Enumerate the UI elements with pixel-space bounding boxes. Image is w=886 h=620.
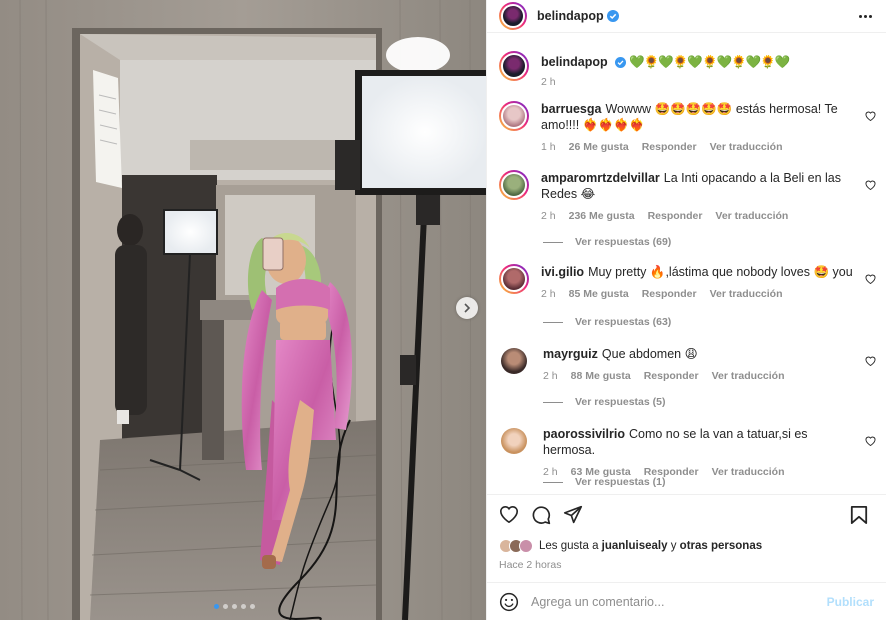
view-replies-button[interactable]: Ver respuestas (63) [543, 316, 671, 328]
comment-likes[interactable]: 88 Me gusta [571, 370, 631, 382]
author-username[interactable]: belindapop [537, 9, 604, 23]
avatar[interactable] [499, 264, 529, 294]
likes-others[interactable]: otras personas [680, 540, 762, 552]
carousel-dot [241, 604, 246, 609]
post-time: Hace 2 horas [499, 559, 562, 571]
liker-username[interactable]: juanluisealy [602, 540, 668, 552]
comment-username[interactable]: barruesga [541, 102, 601, 116]
comment-likes[interactable]: 236 Me gusta [569, 210, 635, 222]
heart-icon[interactable] [865, 180, 876, 190]
translate-button[interactable]: Ver traducción [712, 466, 785, 478]
avatar[interactable] [501, 348, 527, 374]
caption-time: 2 h [541, 76, 556, 88]
reply-button[interactable]: Responder [642, 141, 697, 153]
carousel-dot [250, 604, 255, 609]
comment-text: Que abdomen 😩 [601, 347, 698, 361]
likes-and: y [670, 540, 677, 552]
post-panel: belindapop belindapop 💚🌻💚🌻💚🌻💚🌻💚🌻💚 2 h ba… [486, 0, 886, 620]
send-icon[interactable] [563, 505, 583, 524]
comment-time: 2 h [543, 370, 558, 382]
instagram-post: belindapop belindapop 💚🌻💚🌻💚🌻💚🌻💚🌻💚 2 h ba… [0, 0, 886, 620]
heart-icon[interactable] [865, 111, 876, 121]
caption-text: 💚🌻💚🌻💚🌻💚🌻💚🌻💚 [629, 55, 790, 69]
view-replies-button[interactable]: Ver respuestas (1) [543, 476, 665, 488]
publish-button[interactable]: Publicar [827, 595, 874, 609]
comment: barruesga Wowww 🤩🤩🤩🤩🤩 estás hermosa! Te a… [499, 101, 886, 153]
heart-icon[interactable] [865, 274, 876, 284]
comment-username[interactable]: amparomrtzdelvillar [541, 171, 660, 185]
comment-likes[interactable]: 85 Me gusta [569, 288, 629, 300]
avatar[interactable] [499, 51, 529, 81]
likers-avatars [499, 539, 533, 553]
comment-username[interactable]: ivi.gilio [541, 265, 584, 279]
verified-badge-icon [606, 10, 619, 22]
comment-time: 2 h [541, 210, 556, 222]
comments-list[interactable]: belindapop 💚🌻💚🌻💚🌻💚🌻💚🌻💚 2 h barruesga Woww… [487, 34, 886, 494]
carousel-dot [223, 604, 228, 609]
comment-input[interactable] [531, 594, 811, 609]
comment-username[interactable]: mayrguiz [543, 347, 598, 361]
add-comment-bar: Publicar [487, 582, 886, 620]
translate-button[interactable]: Ver traducción [710, 288, 783, 300]
post-photo [0, 0, 486, 620]
comment-time: 1 h [541, 141, 556, 153]
translate-button[interactable]: Ver traducción [712, 370, 785, 382]
comment-icon[interactable] [531, 505, 551, 525]
comment: paorossivilrio Como no se la van a tatuar… [499, 426, 886, 478]
avatar[interactable] [499, 170, 529, 200]
carousel-dot [232, 604, 237, 609]
reply-button[interactable]: Responder [642, 288, 697, 300]
caption-username[interactable]: belindapop [541, 55, 608, 69]
comment-likes[interactable]: 26 Me gusta [569, 141, 629, 153]
view-replies-button[interactable]: Ver respuestas (5) [543, 396, 665, 408]
post-actions: Les gusta a juanluisealy y otras persona… [487, 494, 886, 580]
reply-button[interactable]: Responder [644, 370, 699, 382]
avatar[interactable] [499, 101, 529, 131]
emoji-icon[interactable] [499, 592, 519, 612]
comment-text: Muy pretty 🔥,lástima que nobody loves 🤩 … [588, 265, 853, 279]
likes-summary[interactable]: Les gusta a juanluisealy y otras persona… [499, 539, 762, 553]
carousel-indicators [214, 604, 255, 609]
bookmark-icon[interactable] [850, 505, 868, 525]
comment-time: 2 h [541, 288, 556, 300]
carousel-dot [214, 604, 219, 609]
heart-icon[interactable] [865, 436, 876, 446]
reply-button[interactable]: Responder [648, 210, 703, 222]
chevron-right-icon [464, 303, 471, 313]
heart-icon[interactable] [499, 505, 519, 523]
view-replies-button[interactable]: Ver respuestas (69) [543, 236, 671, 248]
translate-button[interactable]: Ver traducción [715, 210, 788, 222]
caption: belindapop 💚🌻💚🌻💚🌻💚🌻💚🌻💚 2 h [499, 51, 886, 88]
comment: amparomrtzdelvillar La Inti opacando a la… [499, 170, 886, 222]
next-slide-button[interactable] [456, 297, 478, 319]
post-media[interactable] [0, 0, 486, 620]
post-header: belindapop [487, 0, 886, 33]
comment: ivi.gilio Muy pretty 🔥,lástima que nobody… [499, 264, 886, 300]
more-options-icon[interactable] [859, 14, 872, 18]
likes-prefix: Les gusta a [539, 540, 599, 552]
avatar[interactable] [501, 428, 527, 454]
comment: mayrguiz Que abdomen 😩 2 h 88 Me gusta Re… [499, 346, 886, 382]
verified-badge-icon [614, 57, 626, 68]
comment-username[interactable]: paorossivilrio [543, 427, 625, 441]
heart-icon[interactable] [865, 356, 876, 366]
translate-button[interactable]: Ver traducción [710, 141, 783, 153]
author-avatar[interactable] [499, 2, 527, 30]
